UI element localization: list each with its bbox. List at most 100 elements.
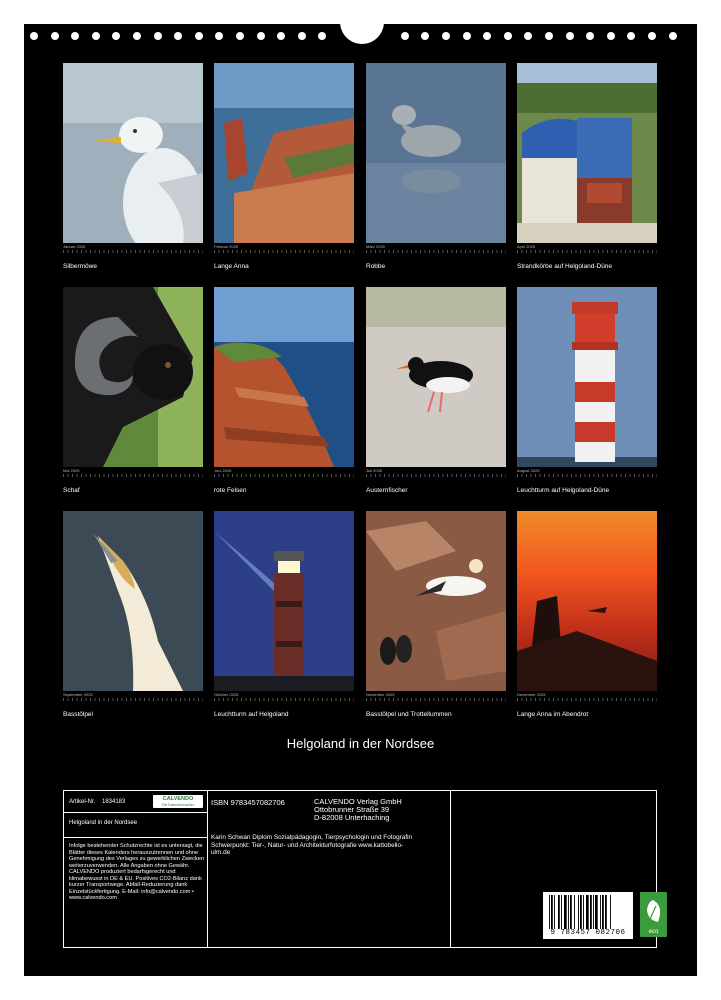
photo-basstoelpel [63,511,203,691]
product-info-box: Artikel-Nr. 1834183 CALVENDO Die Kalende… [63,790,667,948]
publisher-address: CALVENDO Verlag GmbH Ottobrunner Straße … [314,797,402,822]
photo-caption: Robbe [366,263,386,270]
binding-hole [297,32,306,40]
binding-hole [91,32,100,40]
binding-hole [194,32,203,40]
month-label: August 2025 [517,468,540,473]
author-info: Karin Schwan Diplom Sozialpädagogin, Tie… [211,834,413,856]
product-title: Helgoland in der Nordsee [69,820,138,826]
photo-caption: Lange Anna [214,263,249,270]
day-grid [517,474,657,477]
binding-hole [648,32,656,40]
hanger-notch [340,0,384,44]
day-grid [63,474,203,477]
day-grid [214,698,354,701]
month-thumbnail-july: Juli 2025 Austernfischer [366,287,506,497]
month-label: Mai 2025 [63,468,80,473]
photo-silbermoewe [63,63,203,243]
day-grid [214,250,354,253]
binding-hole [153,32,162,40]
month-thumbnail-october: Oktober 2025 Leuchtturm auf Helgoland [214,511,354,721]
photo-strandkoerbe [517,63,657,243]
photo-lange-anna-abendrot [517,511,657,691]
month-label: Februar 2025 [214,244,239,249]
divider [64,812,207,813]
binding-hole [400,32,409,40]
binding-hole [256,32,265,40]
day-grid [366,474,506,477]
binding-hole [174,32,183,40]
photo-caption: Lange Anna im Abendrot [517,711,589,718]
month-thumbnail-august: August 2025 Leuchtturm auf Helgoland-Dün… [517,287,657,497]
photo-schaf [63,287,203,467]
photo-caption: Leuchtturm auf Helgoland [214,711,289,718]
day-grid [366,698,506,701]
binding-hole [462,32,471,40]
binding-hole [30,32,38,40]
divider [207,791,208,947]
binding-hole [318,32,327,40]
month-thumbnail-december: Dezember 2025 Lange Anna im Abendrot [517,511,657,721]
binding-hole [586,32,595,40]
binding-hole [442,32,450,40]
photo-caption: rote Felsen [214,487,247,494]
photo-leuchtturm-helgoland [214,511,354,691]
binding-hole [524,32,533,40]
photo-caption: Austernfischer [366,487,408,494]
barcode-number: 9 783457 082706 [550,929,626,937]
month-label: April 2025 [517,244,536,249]
binding-hole [627,32,636,40]
eco-badge: eco [640,892,667,937]
day-grid [366,250,506,253]
month-label: Oktober 2025 [214,692,239,697]
month-label: Dezember 2025 [517,692,546,697]
photo-caption: Silbermöwe [63,263,97,270]
month-label: Juni 2025 [214,468,232,473]
binding-hole [421,32,430,40]
month-thumbnail-april: April 2025 Strandkörbe auf Helgoland-Dün… [517,63,657,273]
month-label: Juli 2025 [366,468,383,473]
binding-hole [236,32,244,40]
binding-hole [133,32,141,40]
photo-basstoelpel-trottellummen [366,511,506,691]
day-grid [214,474,354,477]
day-grid [63,698,203,701]
month-thumbnail-september: September 2025 Basstölpel [63,511,203,721]
divider [64,837,207,838]
binding-hole [545,32,553,40]
day-grid [517,250,657,253]
binding-hole [565,32,574,40]
binding-hole [483,32,492,40]
calendar-back-sheet: Januar 2025 Silbermöwe Februar 2025 Lang… [24,0,697,976]
month-label: September 2025 [63,692,93,697]
article-number: 1834183 [102,799,126,805]
binding-hole [668,32,677,40]
binding-hole [50,32,59,40]
month-thumbnail-march: März 2025 Robbe [366,63,506,273]
month-thumbnail-june: Juni 2025 rote Felsen [214,287,354,497]
eco-label: eco [648,929,659,935]
day-grid [63,250,203,253]
photo-caption: Leuchtturm auf Helgoland-Düne [517,487,610,494]
photo-leuchtturm-duene [517,287,657,467]
month-label: März 2025 [366,244,385,249]
photo-lange-anna [214,63,354,243]
calendar-title: Helgoland in der Nordsee [286,736,435,751]
binding-hole [606,32,615,40]
photo-rote-felsen [214,287,354,467]
photo-caption: Basstölpel und Trottellummen [366,711,452,718]
binding-hole [215,32,224,40]
photo-caption: Basstölpel [63,711,93,718]
binding-hole [277,32,286,40]
barcode: 9 783457 082706 [543,892,633,939]
month-label: November 2025 [366,692,395,697]
month-label: Januar 2025 [63,244,86,249]
day-grid [517,698,657,701]
month-thumbnail-january: Januar 2025 Silbermöwe [63,63,203,273]
divider [450,791,451,947]
photo-austernfischer [366,287,506,467]
legal-text: Infolge bestehender Schutzrechte ist es … [69,843,204,901]
binding-hole [112,32,121,40]
calvendo-logo: CALVENDO Die Kalendermacher [153,795,203,808]
isbn: ISBN 9783457082706 [211,798,285,807]
